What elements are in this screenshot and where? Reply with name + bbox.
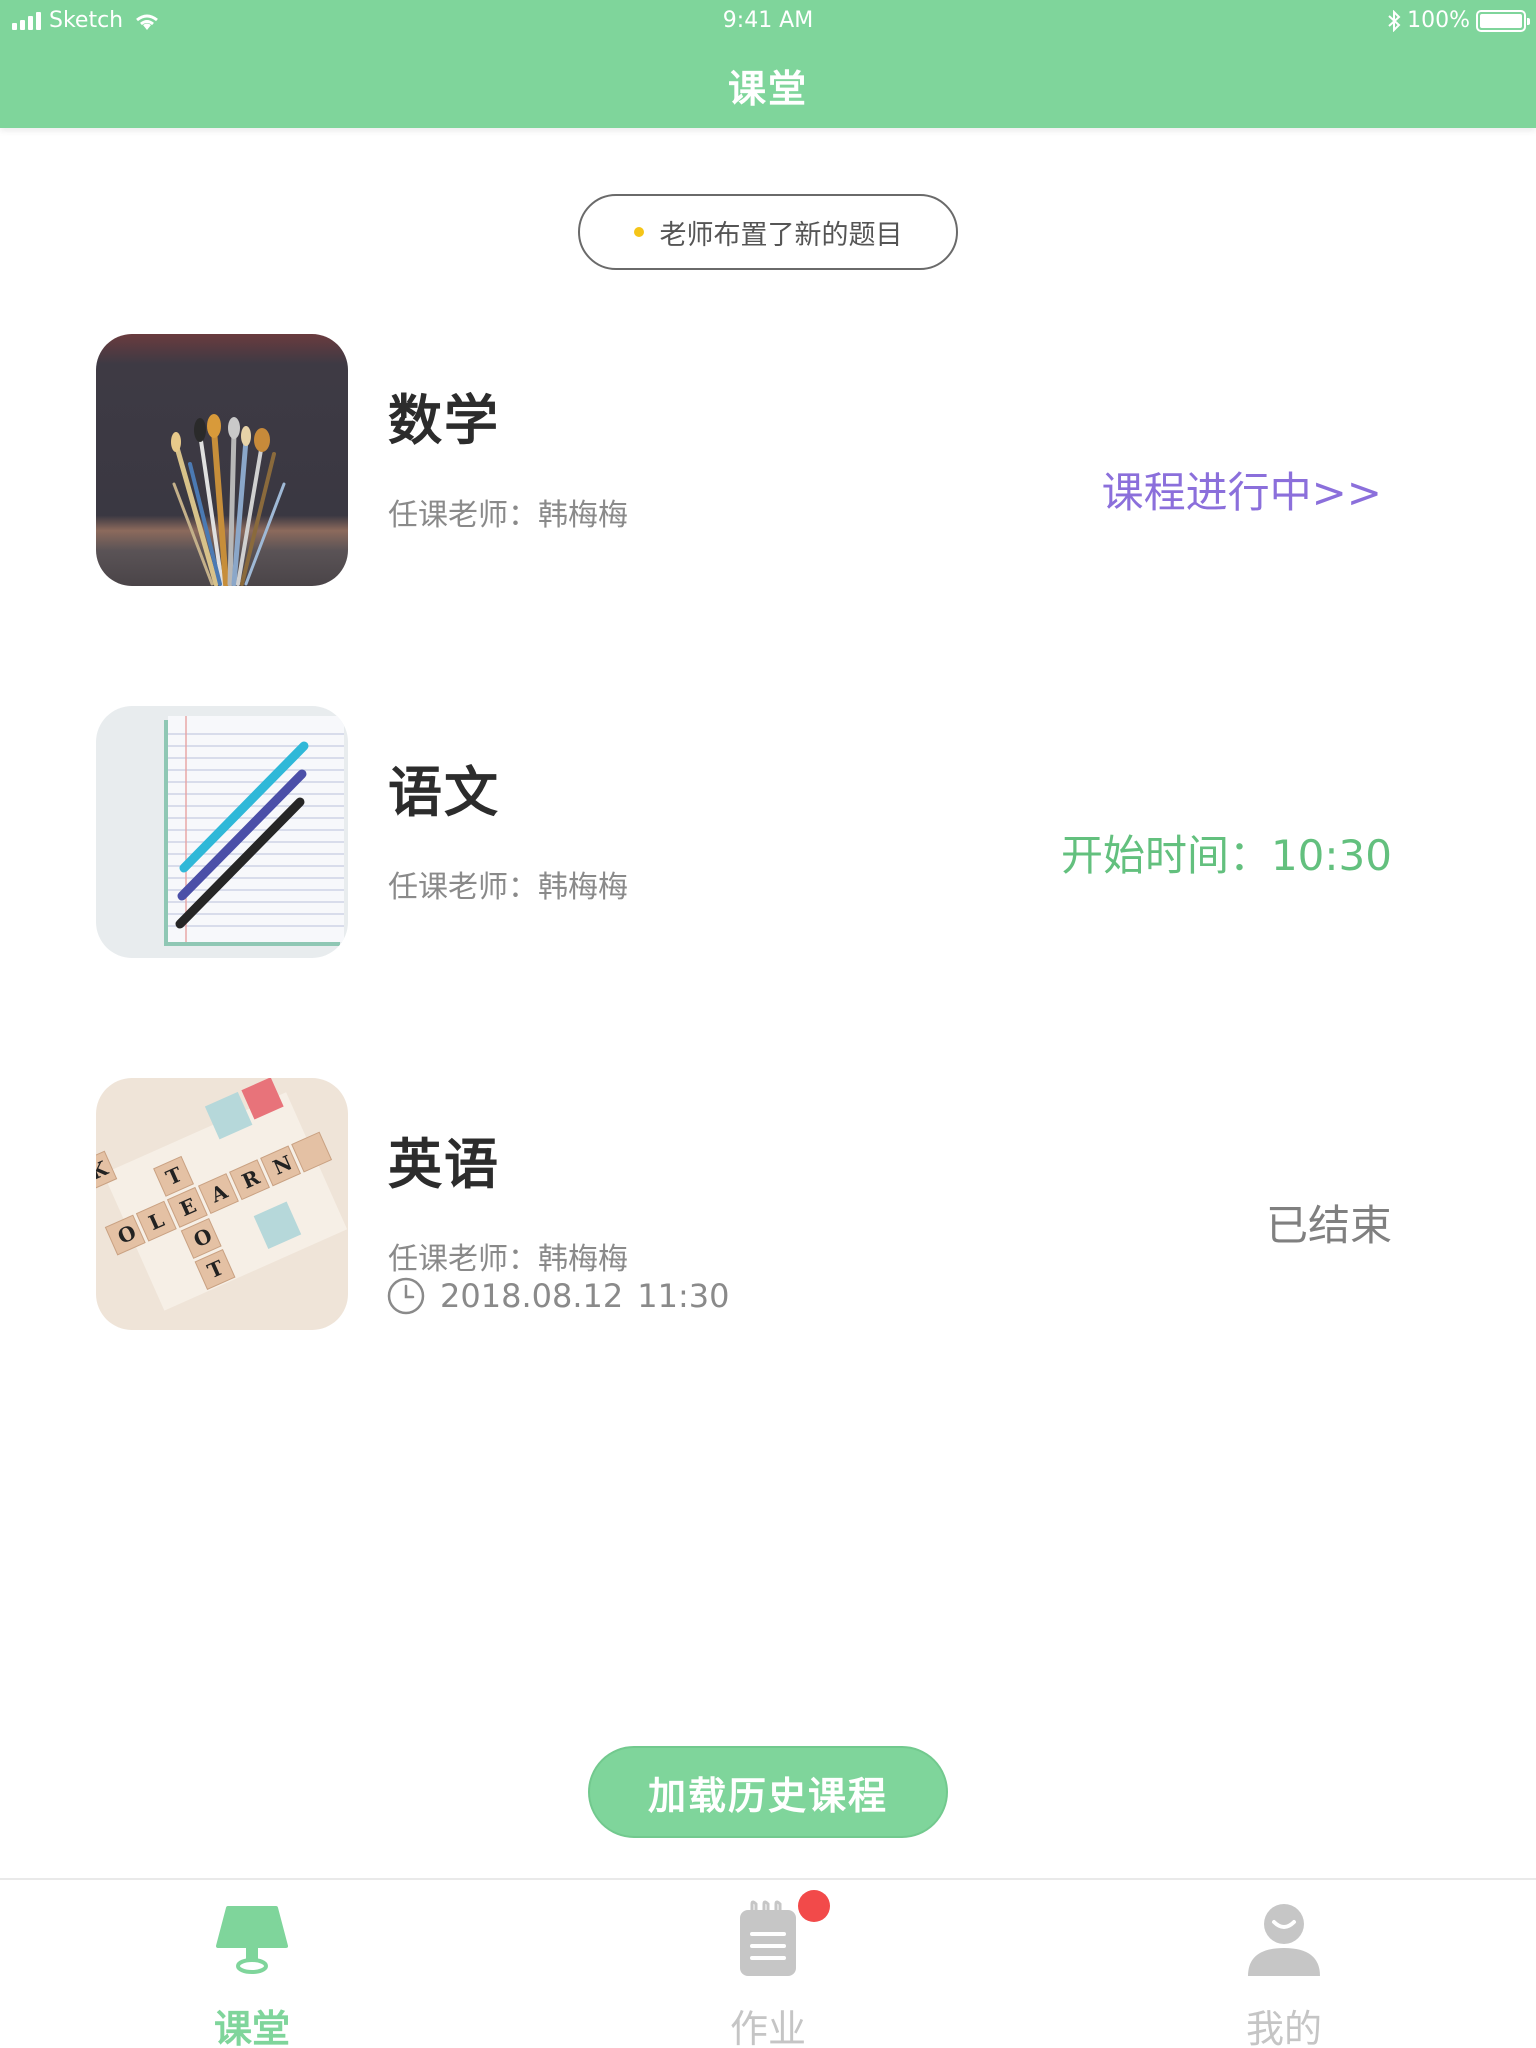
notebook-pens-photo [96,706,348,958]
course-start-time: 开始时间：10:30 [1060,831,1392,880]
tab-label: 课堂 [213,2007,290,2048]
tab-profile[interactable]: 我的 [1184,1880,1384,2048]
course-teacher: 任课老师：韩梅梅 [388,1242,628,1277]
course-teacher: 任课老师：韩梅梅 [388,498,628,533]
bluetooth-icon [1388,9,1401,32]
load-history-button[interactable]: 加载历史课程 [588,1746,948,1838]
course-live-link[interactable]: 课程进行中>> [1102,459,1382,520]
course-row-chinese[interactable]: 语文 任课老师：韩梅梅 开始时间：10:30 [96,706,1440,958]
tab-homework[interactable]: 作业 [668,1880,868,2048]
course-name: 数学 [388,389,500,452]
lamp-icon [216,1906,288,1974]
course-row-math[interactable]: 数学 任课老师：韩梅梅 课程进行中>> [96,334,1440,586]
course-teacher: 任课老师：韩梅梅 [388,870,628,905]
course-clock-time: 11:30 [637,1277,730,1315]
battery-icon [1476,9,1530,32]
notice-text: 老师布置了新的题目 [659,219,903,251]
battery-percent: 100% [1407,8,1470,33]
notepad-icon [740,1900,796,1976]
new-assignment-notice[interactable]: 老师布置了新的题目 [578,194,958,270]
course-ended-status: 已结束 [1265,1201,1392,1250]
course-date: 2018.08.12 [440,1277,624,1315]
course-time: 2018.08.12 11:30 [386,1276,729,1316]
notice-dot-icon [633,227,644,237]
notification-badge [798,1890,830,1922]
classroom-screen: Sketch 9:41 AM 100% 课堂 老师布置了新的题目 数学 任课老师… [0,0,1536,2048]
course-name: 语文 [388,761,500,824]
page-title: 课堂 [727,67,808,111]
app-header: Sketch 9:41 AM 100% 课堂 [0,0,1536,128]
tab-bar: 课堂 作业 我的 [0,1878,1536,2048]
course-name: 英语 [388,1133,500,1196]
paint-brushes-photo [96,334,348,586]
person-icon [1248,1904,1320,1976]
scrabble-tiles-photo: OLE ARN OTT K [96,1078,348,1330]
course-row-english[interactable]: OLE ARN OTT K 英语 任课老师：韩梅梅 2018.08.12 11:… [96,1078,1440,1330]
status-time: 9:41 AM [722,8,814,33]
tab-label: 我的 [1245,2007,1322,2048]
tab-classroom[interactable]: 课堂 [152,1880,352,2048]
status-bar: Sketch 9:41 AM 100% [0,0,1536,44]
status-bar-right: 100% [1387,8,1530,33]
clock-icon [387,1277,425,1315]
tab-label: 作业 [729,2007,806,2048]
